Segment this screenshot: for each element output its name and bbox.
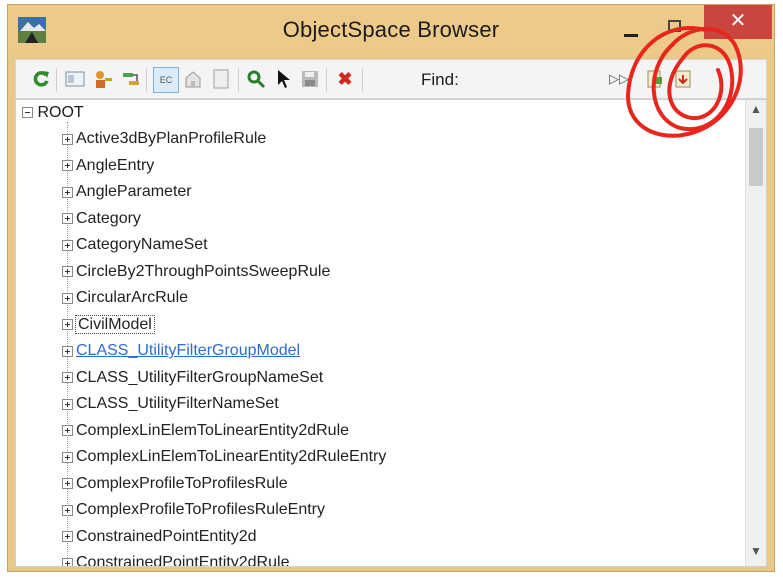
minimize-button[interactable] — [616, 14, 646, 44]
tree-item-label: CLASS_UtilityFilterGroupNameSet — [76, 368, 324, 386]
close-button[interactable]: ✕ — [704, 5, 772, 39]
panel-icon[interactable] — [64, 68, 86, 90]
export-icon[interactable] — [644, 68, 666, 90]
expand-icon[interactable] — [62, 557, 73, 566]
find-input[interactable] — [474, 66, 608, 94]
tree-item[interactable]: CLASS_UtilityFilterGroupModel — [62, 342, 300, 366]
tree-item[interactable]: Active3dByPlanProfileRule — [62, 130, 266, 154]
tree-item-label: CLASS_UtilityFilterNameSet — [76, 395, 279, 412]
tree-item-label: CircularArcRule — [76, 289, 189, 306]
find-label: Find: — [421, 70, 459, 89]
fast-forward-icon[interactable]: ▷▷ — [608, 68, 630, 90]
tree-item[interactable]: CLASS_UtilityFilterGroupNameSet — [62, 369, 323, 393]
expand-icon[interactable] — [62, 319, 73, 330]
expand-icon[interactable] — [62, 398, 73, 410]
tree-root[interactable]: ROOT — [22, 104, 84, 126]
page-icon[interactable] — [210, 68, 232, 90]
connect-icon[interactable] — [120, 68, 142, 90]
expand-icon[interactable] — [62, 133, 73, 145]
expand-icon[interactable] — [62, 504, 73, 516]
ec-icon[interactable]: EC — [153, 67, 179, 93]
tree-item[interactable]: ComplexLinElemToLinearEntity2dRuleEntry — [62, 448, 386, 472]
expand-icon[interactable] — [62, 478, 73, 489]
tree-item[interactable]: ComplexProfileToProfilesRule — [62, 475, 288, 499]
objectspace-browser-window: ObjectSpace Browser ✕ EC ✖ Find: ▷▷ ROOT… — [7, 4, 775, 572]
ec-home-icon[interactable] — [182, 68, 204, 90]
tree-root-label: ROOT — [37, 104, 84, 121]
expand-icon[interactable] — [62, 425, 73, 436]
tree-item[interactable]: ConstrainedPointEntity2d — [62, 528, 257, 552]
tree-item-label: Category — [76, 209, 141, 227]
pointer-icon[interactable] — [273, 68, 295, 90]
tree-item[interactable]: AngleParameter — [62, 183, 192, 207]
tree-item-label: ComplexLinElemToLinearEntity2dRule — [76, 421, 350, 439]
expand-icon[interactable] — [62, 372, 73, 383]
tree-item-label: ConstrainedPointEntity2dRule — [76, 554, 290, 567]
import-icon[interactable] — [672, 68, 694, 90]
tree-item[interactable]: CategoryNameSet — [62, 236, 208, 260]
expand-icon[interactable] — [62, 345, 73, 357]
tree-item[interactable]: Category — [62, 210, 141, 234]
tree-item[interactable]: CLASS_UtilityFilterNameSet — [62, 395, 279, 419]
tree-item-label: CLASS_UtilityFilterGroupModel — [76, 342, 301, 359]
scroll-down-icon[interactable]: ▼ — [746, 544, 766, 564]
title-bar[interactable]: ObjectSpace Browser ✕ — [8, 5, 774, 55]
tree-item[interactable]: AngleEntry — [62, 157, 154, 181]
tree-item-label: ComplexProfileToProfilesRuleEntry — [76, 501, 325, 518]
expand-icon[interactable] — [62, 186, 73, 198]
tree-item-label: CivilModel — [75, 314, 155, 334]
expand-icon[interactable] — [62, 213, 73, 224]
search-person-icon[interactable] — [245, 68, 267, 90]
maximize-button[interactable] — [660, 14, 690, 44]
scrollbar-thumb[interactable] — [749, 128, 763, 186]
tree-item-label: ComplexProfileToProfilesRule — [76, 474, 288, 492]
tree-item[interactable]: ConstrainedPointEntity2dRule — [62, 554, 290, 567]
tree-item-label: CircleBy2ThroughPointsSweepRule — [76, 262, 331, 280]
object-tree-panel: ROOT Active3dByPlanProfileRule AngleEntry… — [15, 99, 767, 567]
save-icon[interactable] — [299, 68, 321, 90]
tree-item-label: ConstrainedPointEntity2d — [76, 527, 257, 545]
tree-item-label: Active3dByPlanProfileRule — [76, 130, 267, 147]
tree-item-label: CategoryNameSet — [76, 236, 208, 253]
key-person-icon[interactable] — [92, 68, 114, 90]
tree-item-label: AngleParameter — [76, 183, 192, 200]
expand-icon[interactable] — [62, 239, 73, 251]
tree-item[interactable]: CircularArcRule — [62, 289, 188, 313]
delete-icon[interactable]: ✖ — [334, 68, 356, 90]
expand-icon[interactable] — [62, 266, 73, 277]
close-icon: ✕ — [729, 10, 747, 32]
tree-item-label: ComplexLinElemToLinearEntity2dRuleEntry — [76, 448, 387, 465]
scroll-up-icon[interactable]: ▲ — [746, 102, 766, 122]
toolbar: EC ✖ Find: ▷▷ — [15, 59, 767, 99]
tree-item[interactable]: ComplexProfileToProfilesRuleEntry — [62, 501, 325, 525]
tree-item[interactable]: CivilModel — [62, 314, 155, 340]
refresh-icon[interactable] — [30, 68, 52, 90]
tree-item-label: AngleEntry — [76, 156, 155, 174]
expand-icon[interactable] — [62, 531, 73, 542]
tree-item[interactable]: ComplexLinElemToLinearEntity2dRule — [62, 422, 349, 446]
tree-item[interactable]: CircleBy2ThroughPointsSweepRule — [62, 263, 330, 287]
expand-icon[interactable] — [62, 451, 73, 463]
expand-icon[interactable] — [62, 160, 73, 171]
vertical-scrollbar[interactable]: ▲ ▼ — [745, 100, 766, 566]
expand-icon[interactable] — [62, 292, 73, 304]
collapse-icon[interactable] — [22, 107, 33, 119]
